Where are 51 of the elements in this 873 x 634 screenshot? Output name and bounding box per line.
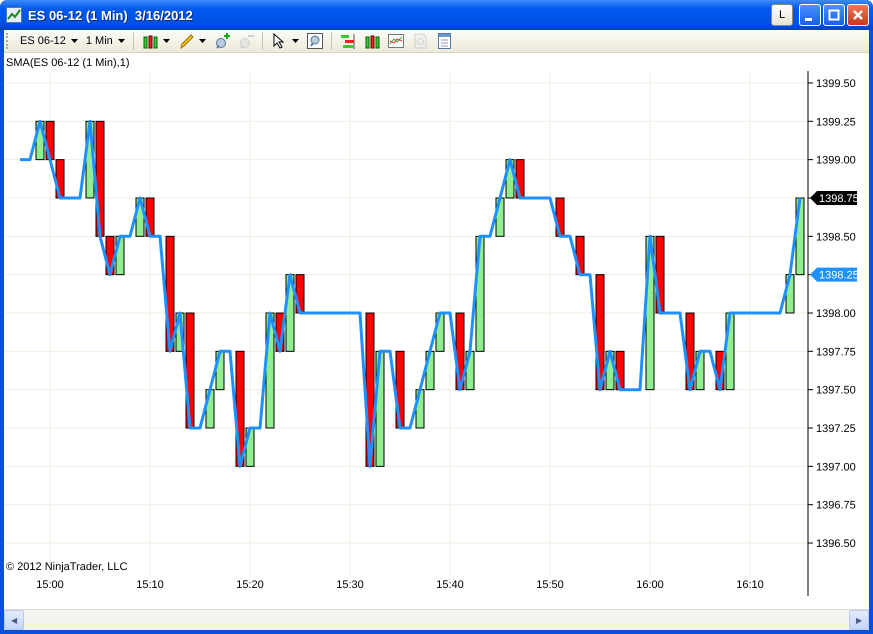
panel-icon — [436, 33, 452, 49]
axis-label: 1397.50 — [816, 384, 856, 397]
indicator-legend: SMA(ES 06-12 (1 Min),1) — [6, 57, 130, 69]
axis-label: 1399.25 — [816, 116, 856, 128]
axis-label: 1399.50 — [816, 78, 856, 90]
axis-label: 15:00 — [36, 579, 64, 591]
pencil-icon — [178, 33, 194, 49]
candlestick-icon — [364, 33, 380, 49]
pointer-icon — [270, 33, 287, 49]
axis-label: 15:10 — [136, 579, 164, 591]
axis-label: 16:00 — [636, 579, 664, 591]
bar-chart-icon — [340, 33, 356, 49]
candlestick-icon — [142, 33, 158, 49]
zoom-in-icon — [214, 33, 230, 49]
layout-button[interactable]: L — [771, 4, 793, 26]
dropdown[interactable]: 1 Min — [82, 31, 128, 51]
axis-label: 1397.75 — [816, 346, 856, 358]
close-icon — [852, 9, 864, 21]
minimize-button[interactable] — [799, 4, 821, 26]
axis-label: 15:30 — [336, 579, 364, 591]
y-tick-label: 1398.25 — [819, 270, 859, 282]
axis-label: 15:20 — [236, 579, 264, 591]
price-marker: 1398.25 — [810, 268, 859, 282]
caret-icon — [70, 39, 78, 43]
axis-label: 1396.75 — [816, 500, 856, 512]
caret-icon — [118, 39, 125, 43]
scroll-left-button[interactable]: ◀ — [4, 610, 24, 630]
toolbar-grip — [6, 33, 11, 49]
axis-label: 1399.00 — [816, 154, 856, 167]
scroll-right-button[interactable]: ▶ — [849, 610, 869, 630]
axis-label: 1398.50 — [816, 231, 856, 244]
axis-label: 1398.00 — [816, 308, 856, 320]
minimize-icon — [804, 18, 812, 20]
copyright-text: © 2012 NinjaTrader, LLC — [6, 561, 128, 573]
axis-label: 1397.25 — [816, 423, 856, 435]
axis-label: 16:10 — [736, 579, 764, 591]
magnifier-icon — [306, 33, 323, 49]
maximize-icon — [828, 9, 840, 21]
y-tick-label: 1398.75 — [819, 192, 859, 205]
maximize-button[interactable] — [823, 4, 845, 26]
axis-label: 1396.50 — [816, 538, 856, 550]
axis-label: 15:50 — [536, 579, 564, 591]
axis-label: 15:40 — [436, 579, 464, 591]
axis-label: 1397.00 — [816, 461, 856, 474]
line-chart-icon — [388, 33, 404, 49]
close-button[interactable] — [847, 4, 869, 26]
window-title: ES 06-12 (1 Min) 3/16/2012 — [28, 8, 194, 22]
scrollbar[interactable]: ◀ ▶ — [4, 609, 869, 630]
price-marker: 1398.75 — [810, 190, 859, 205]
chart-icon — [6, 7, 22, 23]
dropdown[interactable]: ES 06-12 — [17, 31, 81, 51]
